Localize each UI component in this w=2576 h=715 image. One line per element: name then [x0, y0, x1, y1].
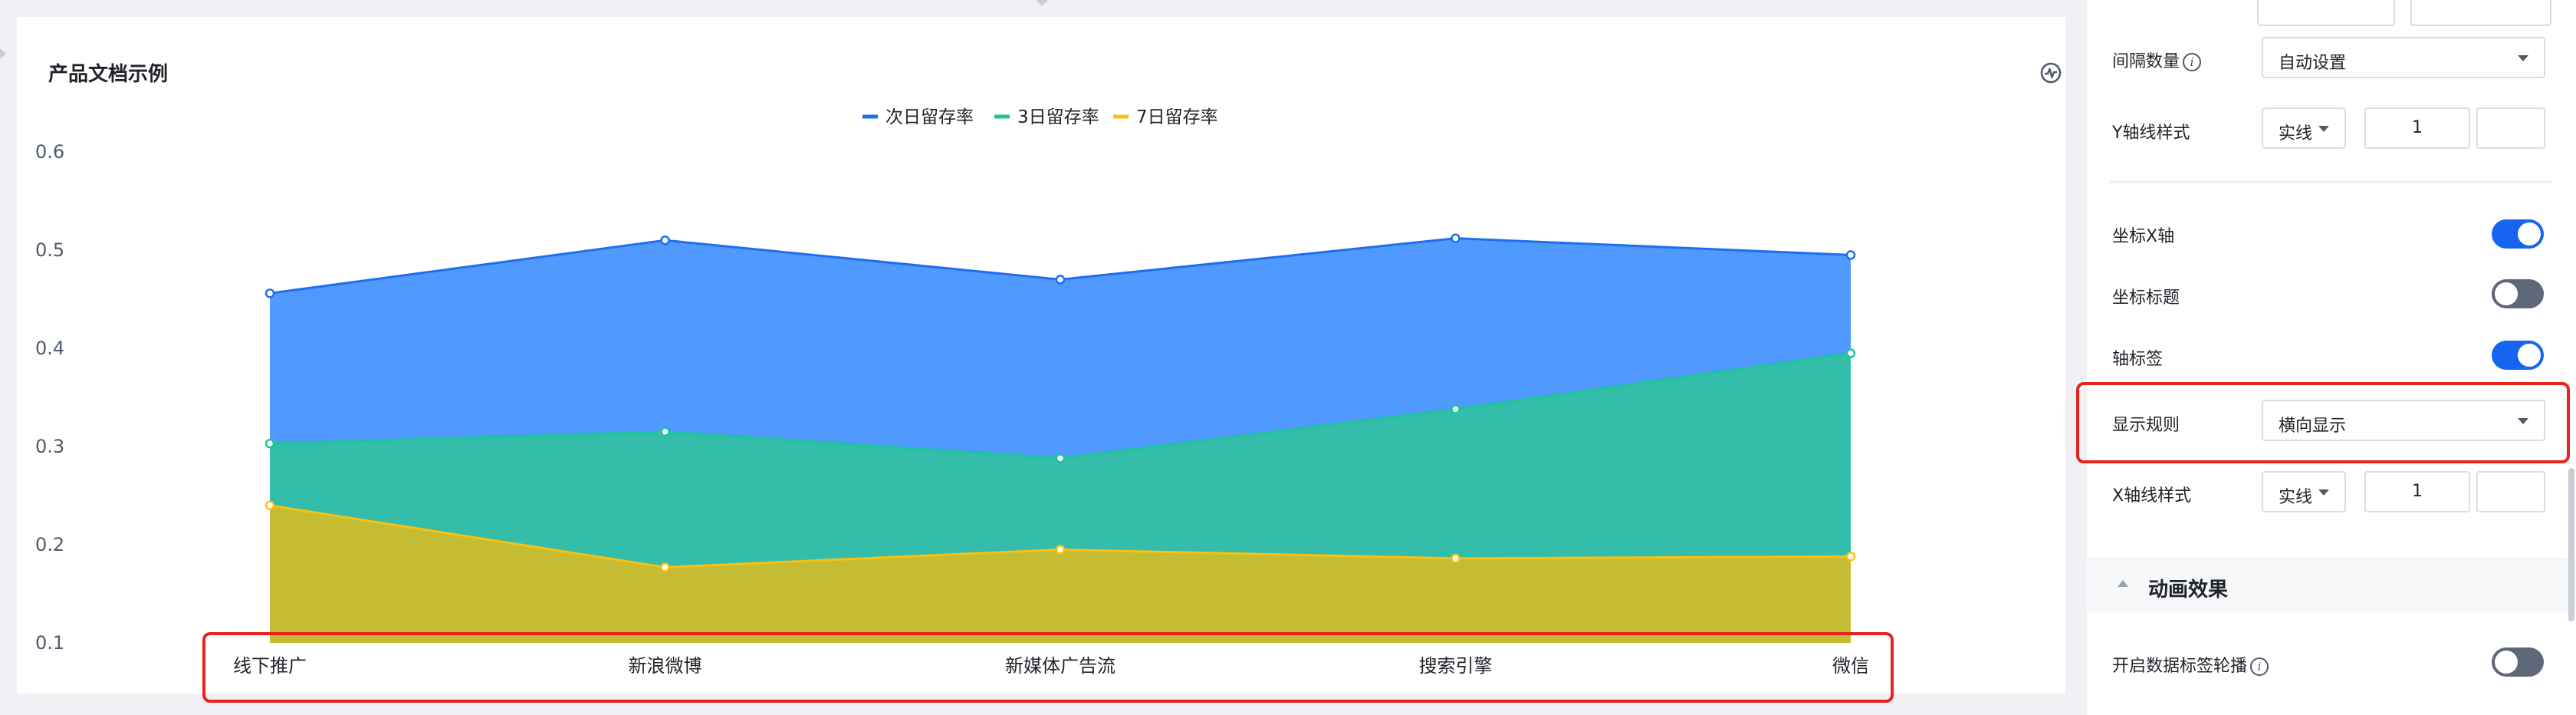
legend-item: 7日留存率 — [1136, 107, 1218, 127]
x-tick-label: 线下推广 — [233, 655, 307, 677]
data-point — [660, 235, 670, 245]
display-rule-select[interactable]: 横向显示 — [2262, 400, 2545, 441]
y-tick-label: 0.6 — [35, 141, 64, 163]
carousel-row-label: 开启数据标签轮播 i — [2112, 652, 2269, 677]
x-line-label: X轴线样式 — [2112, 486, 2192, 506]
top-input-b[interactable] — [2410, 0, 2551, 26]
interval-select[interactable]: 自动设置 — [2262, 37, 2545, 78]
interval-label: 间隔数量 — [2112, 52, 2180, 71]
carousel-label: 开启数据标签轮播 — [2112, 657, 2248, 676]
axis-tick-toggle[interactable] — [2492, 341, 2544, 370]
info-icon[interactable]: i — [2250, 657, 2269, 676]
data-point — [1845, 250, 1856, 260]
data-point — [1055, 275, 1066, 285]
settings-panel: 间隔数量 i 自动设置 Y轴线样式 实线 1 坐标X轴 坐标标题 轴标签 显示规则… — [2087, 0, 2576, 715]
y-tick-label: 0.3 — [35, 436, 64, 457]
panel-scrollbar[interactable] — [2568, 468, 2574, 621]
x-tick-label: 新媒体广告流 — [1005, 655, 1116, 677]
y-line-width-input[interactable]: 1 — [2364, 107, 2470, 149]
axis-tick-label: 轴标签 — [2112, 350, 2164, 369]
animation-section-header[interactable]: 动画效果 — [2087, 557, 2576, 612]
x-tick-label: 微信 — [1832, 655, 1869, 677]
display-rule-value: 横向显示 — [2279, 417, 2347, 436]
chevron-down-icon — [2518, 55, 2528, 61]
legend-item: 次日留存率 — [886, 107, 974, 127]
top-resize-handle[interactable] — [1033, 0, 1050, 8]
interval-select-value: 自动设置 — [2279, 54, 2347, 73]
info-icon[interactable]: i — [2183, 53, 2202, 71]
y-line-label: Y轴线样式 — [2112, 124, 2190, 143]
data-point — [264, 288, 275, 298]
left-resize-handle[interactable] — [0, 46, 8, 61]
area-chart: 0.1 0.2 0.3 0.4 0.5 0.6 线下推广 新浪微博 新媒体广告流 搜索引擎 微信 次日… — [35, 107, 1869, 677]
x-line-width-input[interactable]: 1 — [2364, 471, 2470, 512]
axis-title-toggle[interactable] — [2492, 279, 2544, 308]
data-point — [1845, 348, 1856, 358]
chevron-down-icon — [2318, 126, 2329, 132]
chevron-down-icon — [2518, 418, 2528, 424]
data-point — [1055, 545, 1066, 555]
x-tick-label: 搜索引擎 — [1419, 655, 1493, 677]
data-point — [264, 438, 275, 449]
x-line-style-value: 实线 — [2279, 488, 2313, 507]
chevron-up-icon — [2118, 580, 2128, 587]
y-line-style-select[interactable]: 实线 — [2262, 107, 2346, 149]
top-input-a[interactable] — [2257, 0, 2395, 26]
x-tick-label: 新浪微博 — [629, 655, 702, 677]
x-axis-label: 坐标X轴 — [2112, 227, 2175, 246]
carousel-toggle[interactable] — [2492, 647, 2544, 677]
data-point — [1451, 233, 1460, 243]
divider — [2110, 181, 2553, 183]
y-line-color-input[interactable] — [2476, 107, 2545, 149]
y-tick-label: 0.2 — [35, 534, 64, 555]
chevron-down-icon — [2318, 489, 2329, 496]
axis-title-label: 坐标标题 — [2112, 288, 2180, 308]
data-point — [1451, 553, 1460, 564]
y-tick-label: 0.5 — [35, 239, 64, 261]
x-axis-toggle[interactable] — [2492, 219, 2544, 249]
data-point — [264, 500, 275, 511]
y-line-style-value: 实线 — [2279, 124, 2313, 143]
interval-row-label: 间隔数量 i — [2112, 48, 2202, 72]
data-point — [1055, 453, 1066, 463]
data-point — [1451, 404, 1460, 414]
x-line-style-select[interactable]: 实线 — [2262, 471, 2346, 512]
display-rule-label: 显示规则 — [2112, 416, 2180, 435]
y-tick-label: 0.4 — [35, 338, 64, 359]
data-point — [660, 427, 670, 437]
x-line-color-input[interactable] — [2476, 471, 2545, 512]
y-tick-label: 0.1 — [35, 632, 64, 654]
animation-section-title: 动画效果 — [2148, 578, 2229, 601]
data-point — [1845, 552, 1856, 562]
data-point — [660, 562, 670, 572]
legend-item: 3日留存率 — [1017, 107, 1099, 127]
